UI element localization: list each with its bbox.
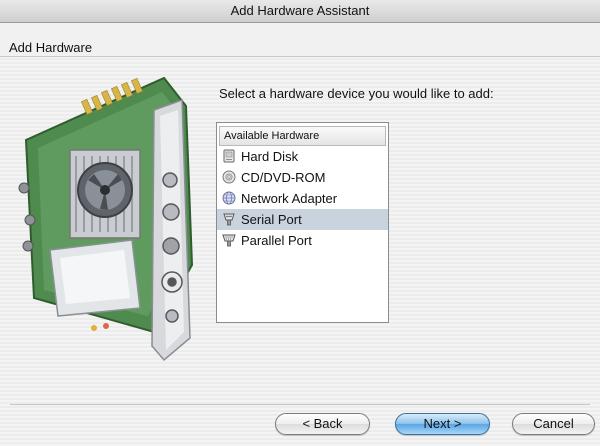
list-item-serial-port[interactable]: Serial Port	[217, 209, 388, 230]
window-title: Add Hardware Assistant	[230, 3, 370, 18]
list-item-network-adapter[interactable]: Network Adapter	[217, 188, 388, 209]
serial-port-icon	[223, 213, 235, 226]
next-button[interactable]: Next >	[395, 413, 490, 435]
list-item-label: Parallel Port	[241, 233, 312, 248]
instruction-text: Select a hardware device you would like …	[219, 86, 494, 101]
section-header: Add Hardware	[0, 23, 600, 57]
next-button-label: Next >	[423, 416, 462, 431]
list-column-header[interactable]: Available Hardware	[219, 126, 386, 146]
list-item-label: CD/DVD-ROM	[241, 170, 326, 185]
list-item-cd-dvd-rom[interactable]: CD/DVD-ROM	[217, 167, 388, 188]
hard-disk-icon	[223, 149, 235, 163]
window-title-bar[interactable]: Add Hardware Assistant	[0, 0, 600, 23]
footer-divider	[10, 404, 590, 405]
cd-dvd-icon	[222, 170, 236, 184]
list-item-label: Network Adapter	[241, 191, 338, 206]
list-item-label: Serial Port	[241, 212, 302, 227]
cancel-button-label: Cancel	[533, 416, 574, 431]
list-item-parallel-port[interactable]: Parallel Port	[217, 230, 388, 251]
list-item-hard-disk[interactable]: Hard Disk	[217, 146, 388, 167]
hardware-list[interactable]: Available Hardware Hard Disk CD/DVD-ROM	[216, 122, 389, 323]
parallel-port-icon	[222, 234, 236, 247]
cancel-button[interactable]: Cancel	[512, 413, 595, 435]
list-item-label: Hard Disk	[241, 149, 299, 164]
list-column-header-label: Available Hardware	[224, 130, 320, 142]
pci-card-illustration-icon	[18, 76, 194, 362]
back-button[interactable]: < Back	[275, 413, 370, 435]
section-title: Add Hardware	[9, 40, 93, 55]
add-hardware-window: Add Hardware Assistant Add Hardware Sele…	[0, 0, 600, 446]
network-adapter-icon	[222, 191, 236, 205]
back-button-label: < Back	[302, 416, 343, 431]
